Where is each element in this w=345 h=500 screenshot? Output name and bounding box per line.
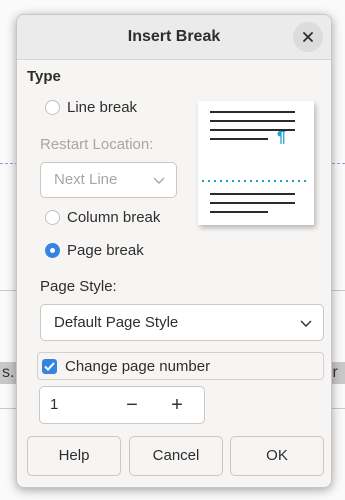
change-page-number-label[interactable]: Change page number <box>65 358 210 375</box>
column-break-label[interactable]: Column break <box>67 209 160 226</box>
dialog-titlebar: Insert Break <box>17 15 331 60</box>
close-icon <box>303 32 313 42</box>
page-break-radio[interactable] <box>45 243 60 258</box>
page-style-label: Page Style: <box>40 278 117 295</box>
preview-page-graphic <box>202 111 310 213</box>
page-break-label[interactable]: Page break <box>67 242 144 259</box>
column-break-radio[interactable] <box>45 210 60 225</box>
change-page-number-checkbox[interactable] <box>42 359 57 374</box>
help-button[interactable]: Help <box>27 436 121 476</box>
checkmark-icon <box>44 362 55 371</box>
pilcrow-icon: ¶ <box>277 129 286 146</box>
break-preview: ¶ <box>198 101 314 225</box>
line-break-label[interactable]: Line break <box>67 99 137 116</box>
page-number-value[interactable]: 1 <box>50 387 58 423</box>
insert-break-dialog: Insert Break Type Line break Restart Loc… <box>16 14 332 488</box>
cancel-button[interactable]: Cancel <box>129 436 223 476</box>
chevron-down-icon <box>300 320 312 327</box>
close-button[interactable] <box>293 22 323 52</box>
page-number-spinbox[interactable]: 1 − + <box>39 386 205 424</box>
ok-button[interactable]: OK <box>230 436 324 476</box>
change-page-number-row[interactable]: Change page number <box>37 352 324 380</box>
line-break-radio[interactable] <box>45 100 60 115</box>
restart-location-label: Restart Location: <box>40 136 154 153</box>
decrement-button[interactable]: − <box>116 389 148 421</box>
dialog-title: Insert Break <box>127 28 221 45</box>
restart-location-value: Next Line <box>54 171 118 188</box>
restart-location-select[interactable]: Next Line <box>40 162 177 198</box>
page-style-select[interactable]: Default Page Style <box>40 304 324 341</box>
chevron-down-icon <box>153 177 165 184</box>
type-section-heading: Type <box>27 68 61 85</box>
page-style-value: Default Page Style <box>54 314 179 331</box>
increment-button[interactable]: + <box>161 389 193 421</box>
